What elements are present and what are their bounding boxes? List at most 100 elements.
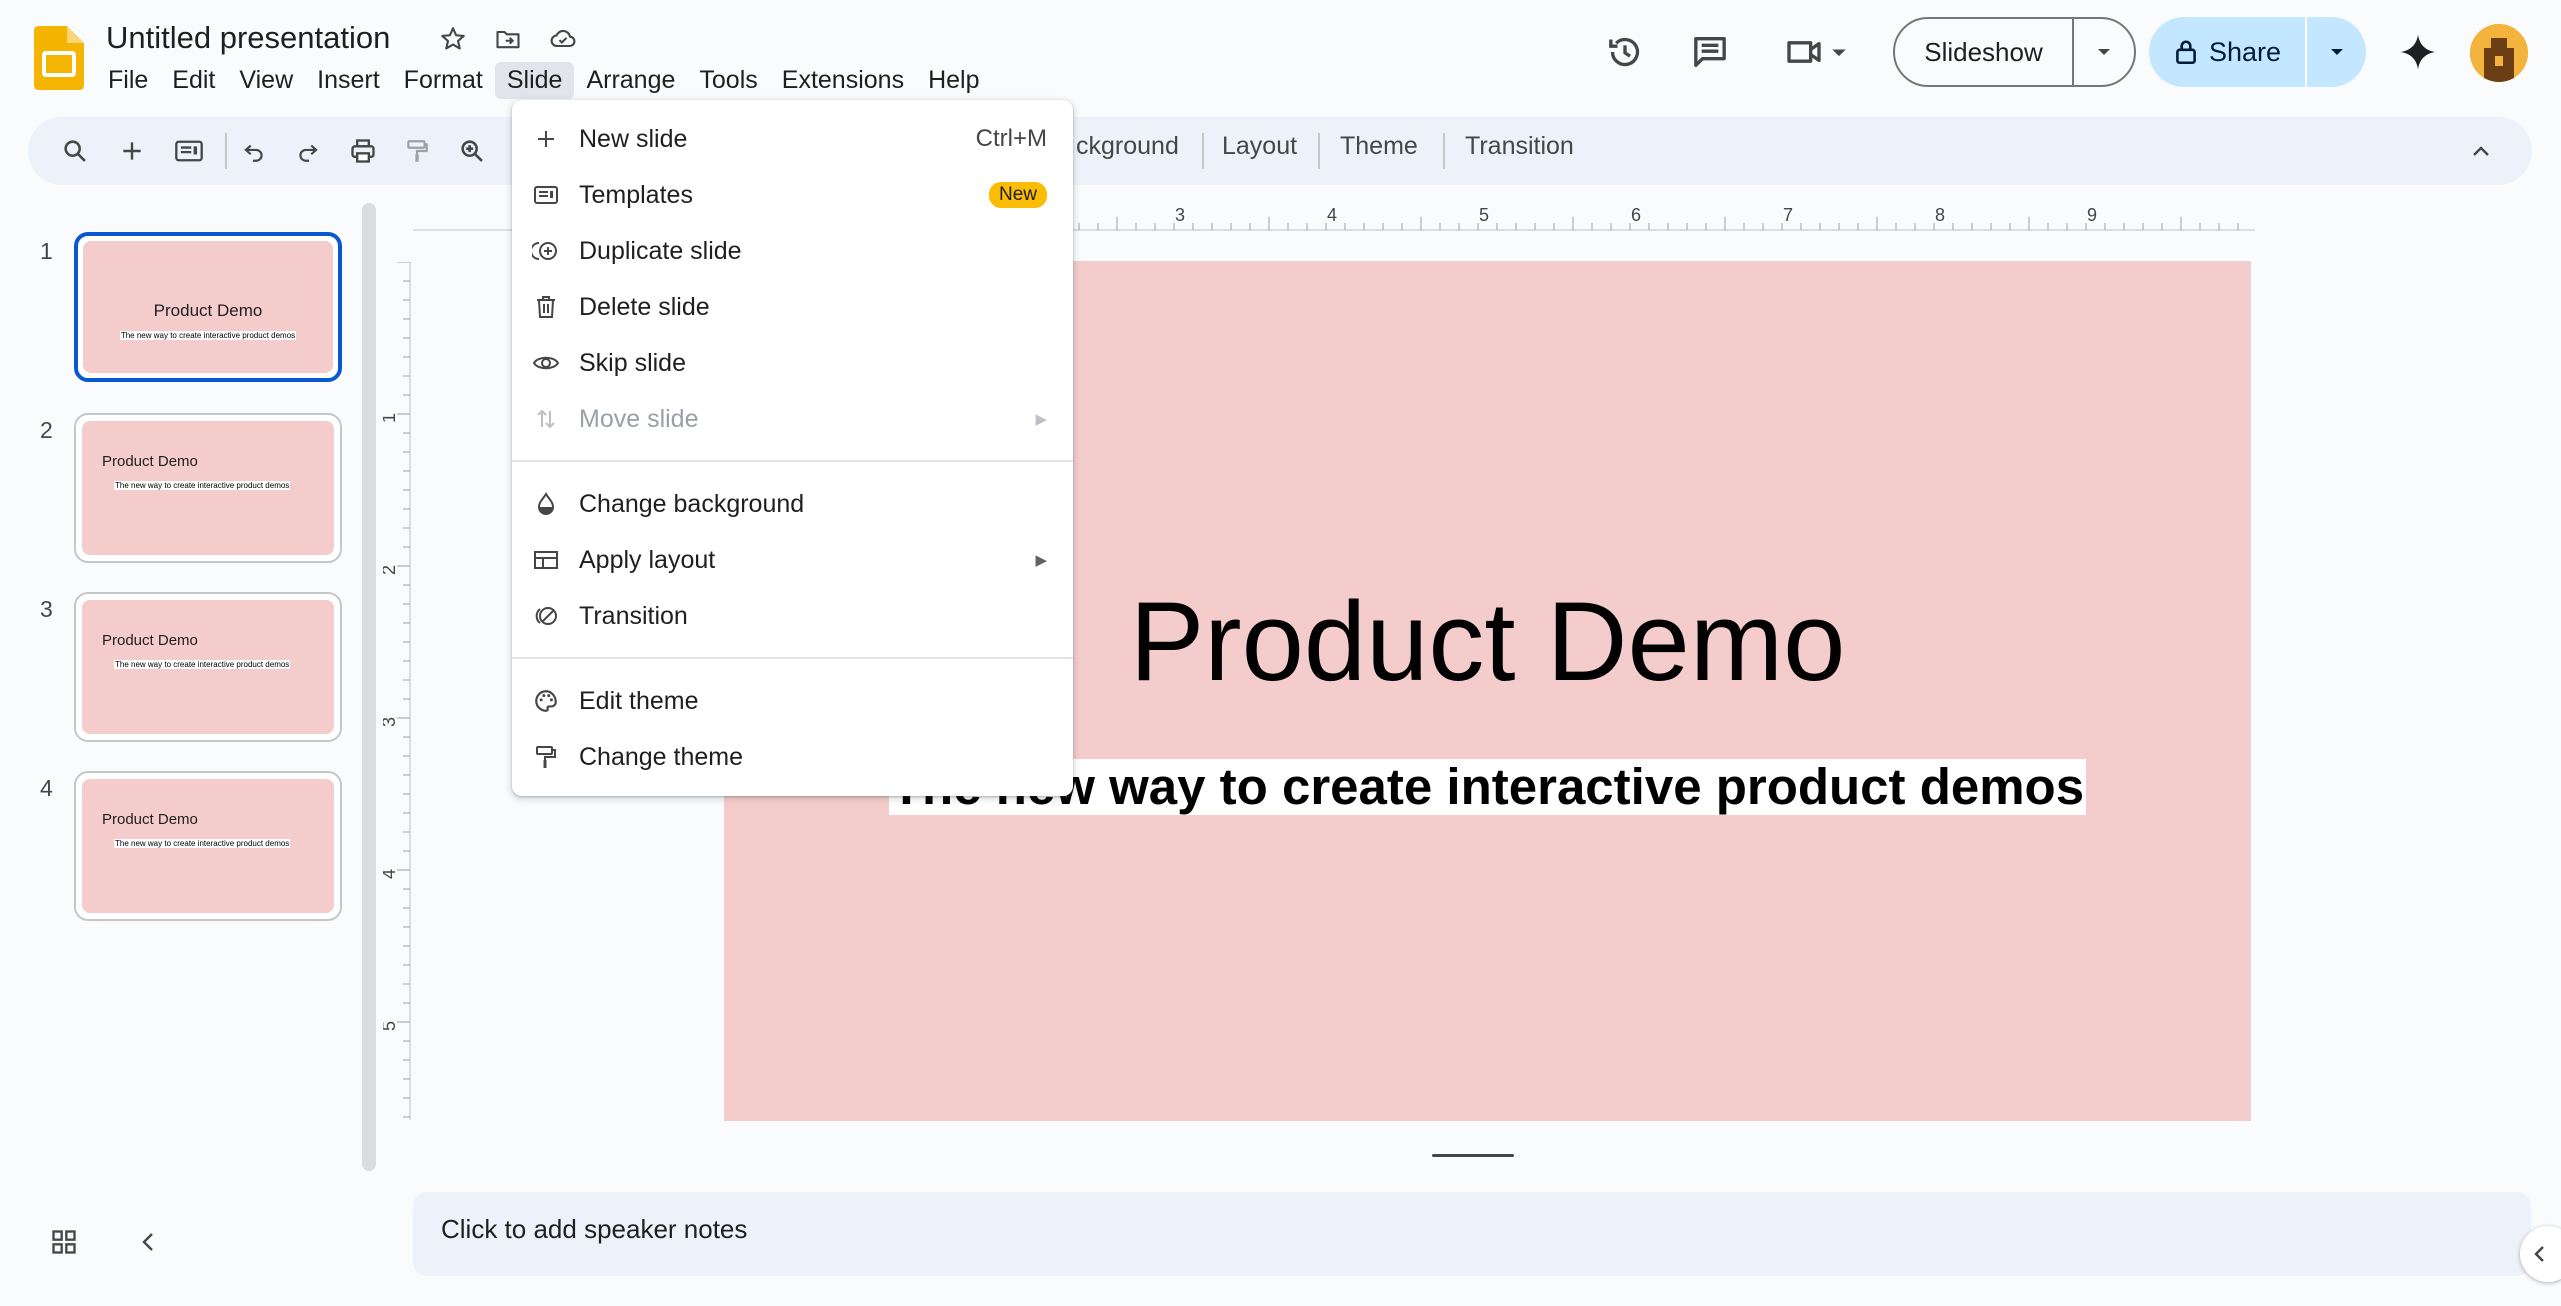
slideshow-options-dropdown[interactable] xyxy=(2074,19,2134,85)
menu-item-label: Edit theme xyxy=(579,686,699,715)
thumb-title: Product Demo xyxy=(102,632,198,649)
menu-item-label: New slide xyxy=(579,124,688,153)
menu-item-label: Apply layout xyxy=(579,545,716,574)
paint-roller-icon xyxy=(532,743,560,771)
ruler-label: 5 xyxy=(1479,205,1489,225)
menu-item-label: Transition xyxy=(579,601,688,630)
document-title[interactable]: Untitled presentation xyxy=(106,18,390,58)
slide-thumbnail[interactable]: Product Demo The new way to create inter… xyxy=(74,232,342,382)
plus-icon[interactable] xyxy=(107,126,157,176)
slide-number: 3 xyxy=(40,596,53,622)
menu-slide[interactable]: Slide xyxy=(494,61,575,99)
print-icon[interactable] xyxy=(338,126,388,176)
share-options-dropdown[interactable] xyxy=(2307,17,2366,87)
menu-item-change-background[interactable]: Change background xyxy=(512,476,1073,532)
ruler-label: 5 xyxy=(383,1021,399,1031)
ruler-label: 7 xyxy=(1783,205,1793,225)
filmstrip-scrollbar[interactable] xyxy=(362,203,376,1171)
submenu-arrow-icon: ▶ xyxy=(1035,411,1047,428)
menu-item-move-slide[interactable]: Move slide ▶ xyxy=(512,391,1073,447)
cloud-saved-icon[interactable] xyxy=(546,22,580,56)
ruler-label: 8 xyxy=(1935,205,1945,225)
slide-thumbnail[interactable]: Product Demo The new way to create inter… xyxy=(74,413,342,563)
ruler-label: 3 xyxy=(1175,205,1185,225)
slide-thumbnail[interactable]: Product Demo The new way to create inter… xyxy=(74,771,342,921)
avatar[interactable] xyxy=(2470,24,2528,82)
menu-item-label: Duplicate slide xyxy=(579,236,742,265)
menu-item-label: Change theme xyxy=(579,742,744,771)
collapse-chevron-icon[interactable] xyxy=(2456,126,2506,176)
speaker-notes[interactable]: Click to add speaker notes xyxy=(413,1192,2531,1276)
menu-file[interactable]: File xyxy=(96,62,160,99)
move-arrows-icon xyxy=(532,405,560,433)
side-panel-toggle[interactable] xyxy=(2520,1226,2561,1282)
toolbar-transition-button[interactable]: Transition xyxy=(1465,132,1574,161)
meet-camera-icon[interactable] xyxy=(1778,24,1860,80)
menu-edit[interactable]: Edit xyxy=(160,62,227,99)
menu-extensions[interactable]: Extensions xyxy=(770,62,916,99)
collapse-filmstrip-icon[interactable] xyxy=(126,1220,170,1264)
star-icon[interactable] xyxy=(436,22,470,56)
ruler-label: 2 xyxy=(383,565,399,575)
notes-resize-handle[interactable] xyxy=(1432,1154,1514,1157)
menu-arrange[interactable]: Arrange xyxy=(574,62,687,99)
menubar: File Edit View Insert Format Slide Arran… xyxy=(96,61,992,99)
share-label: Share xyxy=(2208,36,2282,67)
menu-item-transition[interactable]: Transition xyxy=(512,588,1073,644)
plus-icon xyxy=(532,125,560,153)
menu-item-new-slide[interactable]: New slide Ctrl+M xyxy=(512,111,1073,167)
thumb-subtitle: The new way to create interactive produc… xyxy=(119,331,297,340)
toolbar-theme-button[interactable]: Theme xyxy=(1340,132,1418,161)
gemini-sparkle-icon[interactable] xyxy=(2390,24,2446,80)
menu-item-change-theme[interactable]: Change theme xyxy=(512,729,1073,785)
toolbar-divider xyxy=(1202,133,1204,169)
slide-thumbnail[interactable]: Product Demo The new way to create inter… xyxy=(74,592,342,742)
slideshow-button-group: Slideshow xyxy=(1893,17,2136,87)
menu-item-delete-slide[interactable]: Delete slide xyxy=(512,279,1073,335)
menu-item-apply-layout[interactable]: Apply layout ▶ xyxy=(512,532,1073,588)
version-history-icon[interactable] xyxy=(1597,24,1653,80)
search-icon[interactable] xyxy=(50,126,100,176)
new-slide-layout-icon[interactable] xyxy=(164,126,214,176)
slideshow-button[interactable]: Slideshow xyxy=(1895,19,2074,85)
share-button[interactable]: Share xyxy=(2149,17,2307,87)
ruler-label: 9 xyxy=(2087,205,2097,225)
menu-tools[interactable]: Tools xyxy=(687,62,769,99)
grid-view-icon[interactable] xyxy=(42,1220,86,1264)
layout-icon xyxy=(532,546,560,574)
slide-number: 4 xyxy=(40,775,53,801)
thumb-subtitle: The new way to create interactive produc… xyxy=(114,660,291,669)
vertical-ruler: 1 2 3 4 5 xyxy=(383,262,411,1120)
toolbar-background-button[interactable]: ckground xyxy=(1076,132,1179,161)
menu-insert[interactable]: Insert xyxy=(305,62,392,99)
slide-number: 2 xyxy=(40,417,53,443)
menu-item-duplicate-slide[interactable]: Duplicate slide xyxy=(512,223,1073,279)
menu-view[interactable]: View xyxy=(227,62,305,99)
shortcut-text: Ctrl+M xyxy=(975,125,1047,152)
transition-icon xyxy=(532,602,560,630)
trash-icon xyxy=(532,293,560,321)
thumb-subtitle: The new way to create interactive produc… xyxy=(114,839,291,848)
comments-icon[interactable] xyxy=(1682,24,1738,80)
zoom-icon[interactable] xyxy=(447,126,497,176)
menu-item-edit-theme[interactable]: Edit theme xyxy=(512,673,1073,729)
redo-icon[interactable] xyxy=(283,126,333,176)
toolbar-divider xyxy=(1318,133,1320,169)
menu-item-skip-slide[interactable]: Skip slide xyxy=(512,335,1073,391)
thumb-title: Product Demo xyxy=(102,453,198,470)
paint-format-icon[interactable] xyxy=(392,126,442,176)
thumb-subtitle: The new way to create interactive produc… xyxy=(114,481,291,490)
menu-divider xyxy=(512,460,1073,462)
toolbar-layout-button[interactable]: Layout xyxy=(1222,132,1297,161)
menu-item-label: Change background xyxy=(579,489,805,518)
menu-item-templates[interactable]: Templates New xyxy=(512,167,1073,223)
chevron-down-icon xyxy=(2330,49,2343,55)
undo-icon[interactable] xyxy=(229,126,279,176)
move-to-folder-icon[interactable] xyxy=(491,22,525,56)
slides-logo-icon[interactable] xyxy=(34,26,84,90)
palette-icon xyxy=(532,687,560,715)
menu-help[interactable]: Help xyxy=(916,62,991,99)
submenu-arrow-icon: ▶ xyxy=(1035,552,1047,569)
menu-format[interactable]: Format xyxy=(392,62,495,99)
chevron-down-icon xyxy=(2098,49,2110,55)
